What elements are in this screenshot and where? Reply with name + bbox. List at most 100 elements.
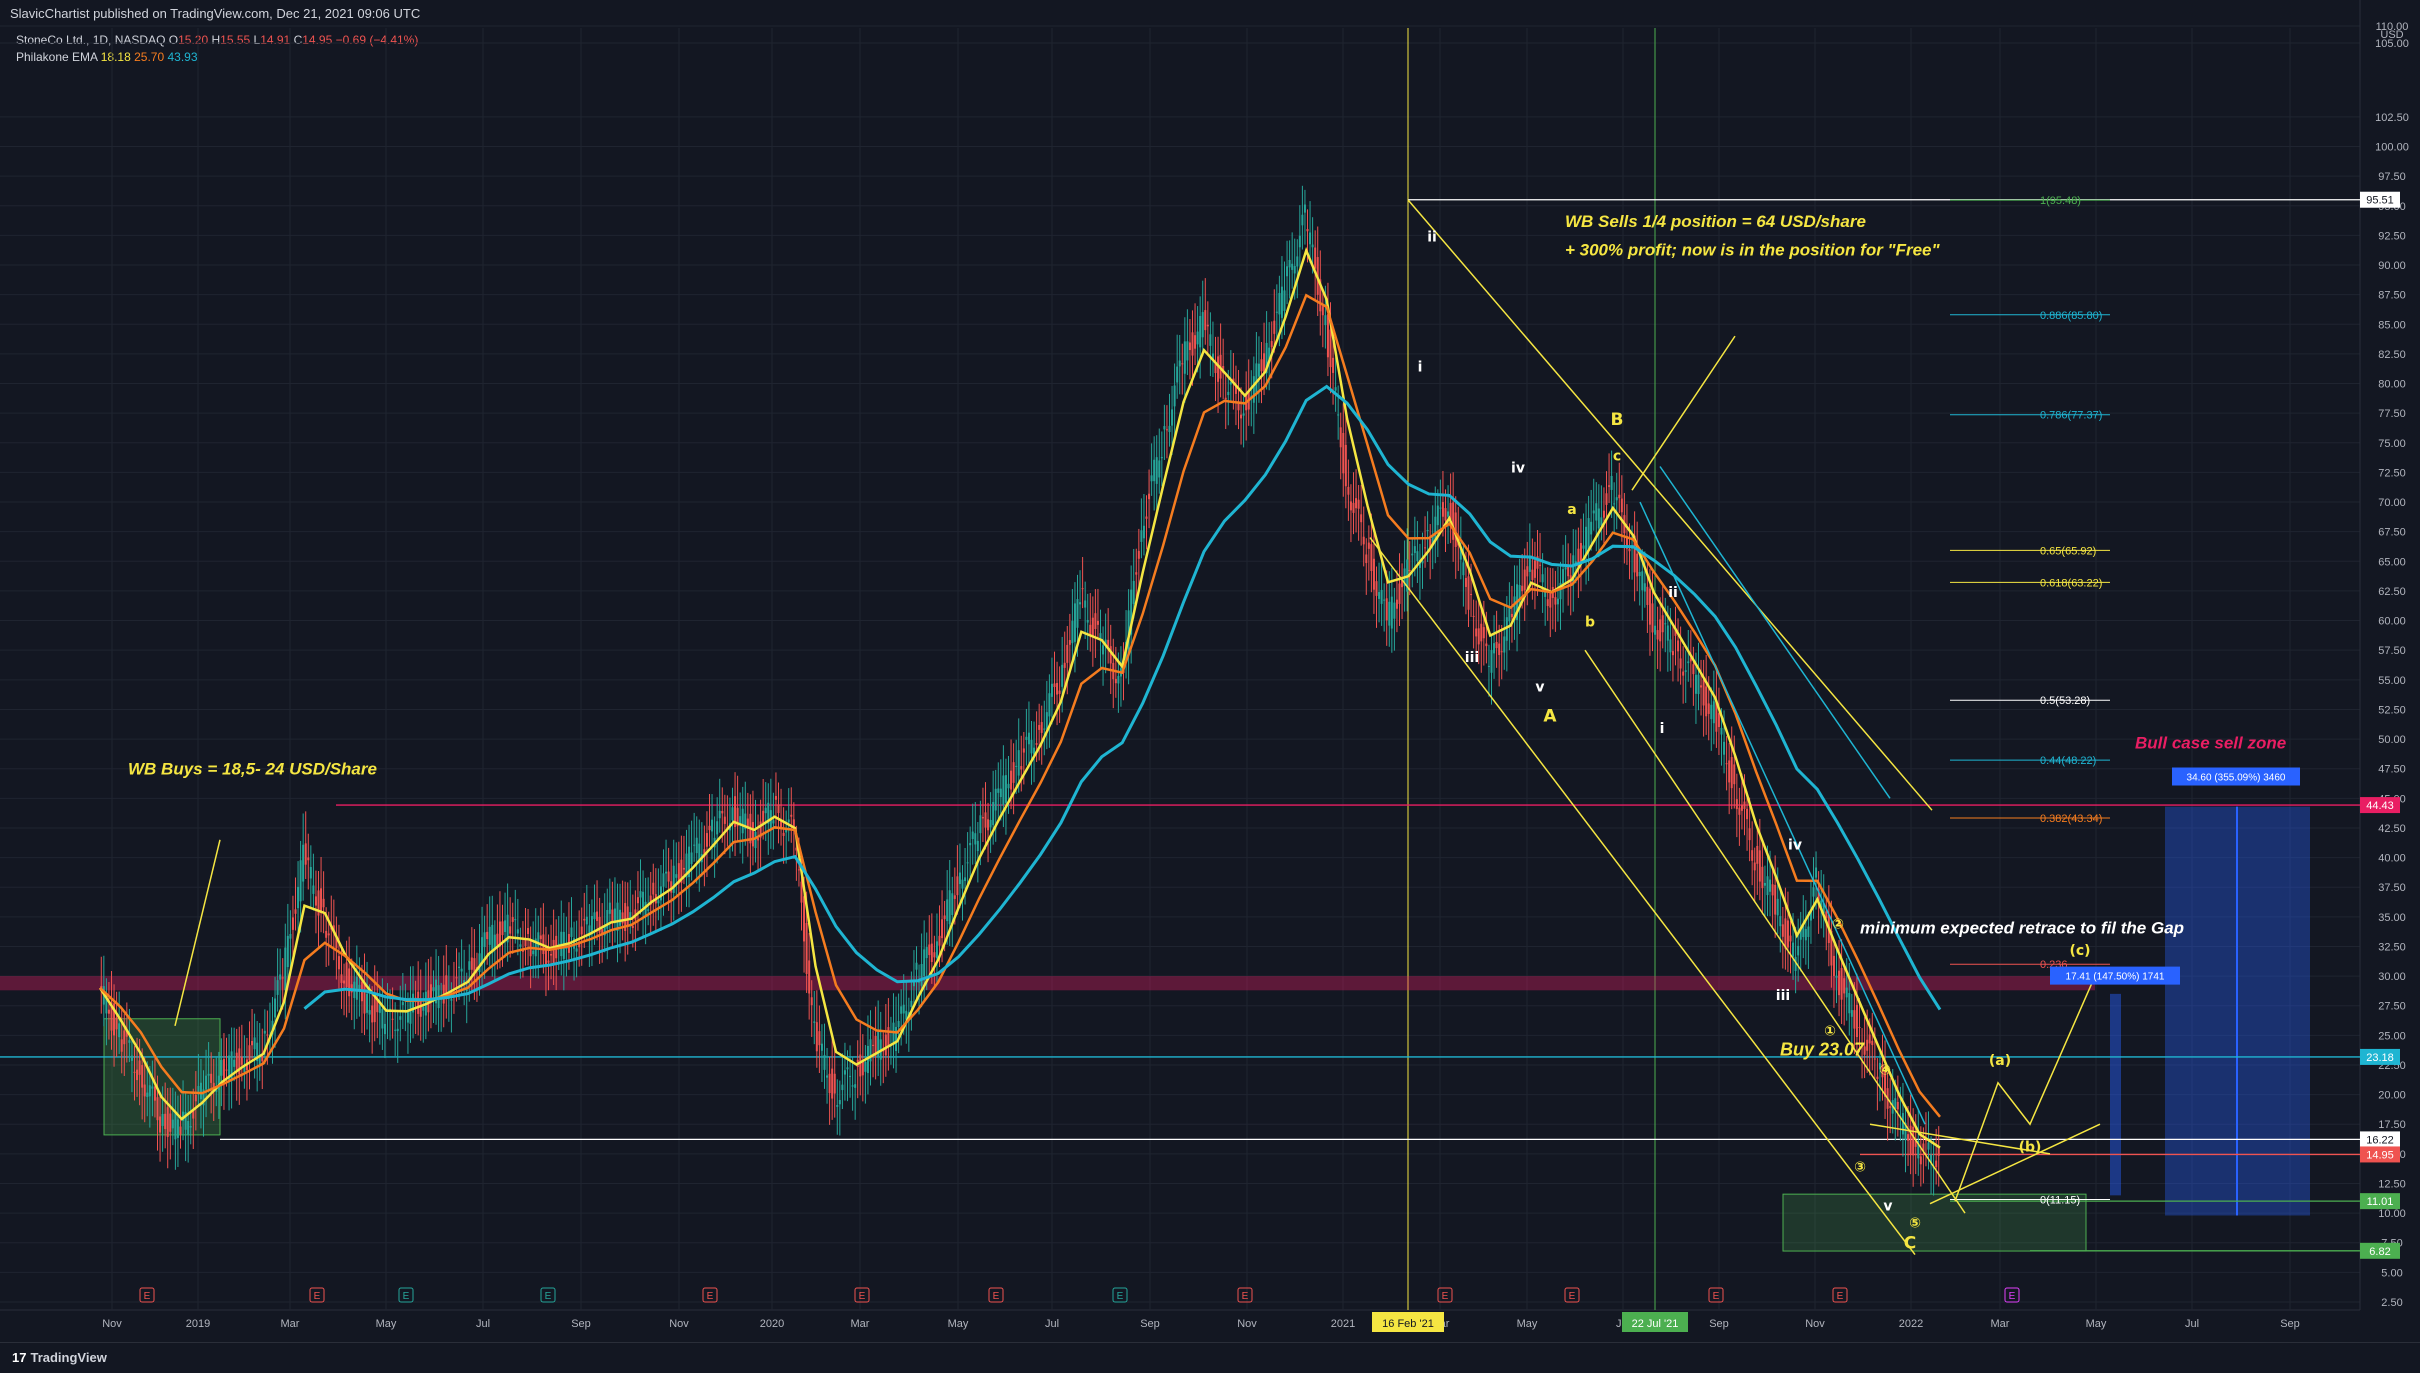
candle-body bbox=[233, 1059, 236, 1067]
candle-body bbox=[194, 1094, 197, 1102]
candle-body bbox=[1858, 1026, 1861, 1028]
tv-icon: 17 bbox=[12, 1350, 27, 1365]
candle-body bbox=[1894, 1098, 1897, 1109]
candle-body bbox=[1094, 613, 1097, 629]
candle-body bbox=[1035, 743, 1038, 745]
candle-body bbox=[1694, 674, 1697, 694]
candle-body bbox=[813, 1021, 816, 1023]
candle-body bbox=[1766, 876, 1769, 896]
candle-body bbox=[718, 810, 721, 819]
candle-body bbox=[611, 909, 614, 923]
candle-body bbox=[823, 1054, 826, 1070]
candle-body bbox=[248, 1045, 251, 1061]
candle-body bbox=[516, 929, 519, 934]
candle-body bbox=[1109, 646, 1112, 664]
candle-body bbox=[322, 898, 325, 908]
candle-body bbox=[1283, 290, 1286, 311]
candle-body bbox=[787, 819, 790, 823]
candle-body bbox=[1751, 850, 1754, 861]
candle-body bbox=[1697, 674, 1700, 695]
candle-body bbox=[1053, 683, 1056, 688]
candle-body bbox=[169, 1113, 172, 1132]
candle-body bbox=[1349, 501, 1352, 511]
candle-body bbox=[1855, 1004, 1858, 1038]
candle-body bbox=[1774, 884, 1777, 915]
candle-body bbox=[1756, 845, 1759, 864]
candle-body bbox=[762, 810, 765, 824]
candle-body bbox=[864, 1061, 867, 1072]
x-tick-label: Mar bbox=[851, 1318, 870, 1330]
wave-label: v bbox=[1883, 1199, 1892, 1215]
candle-body bbox=[1927, 1142, 1930, 1150]
candle-body bbox=[1160, 457, 1163, 459]
candle-body bbox=[1684, 670, 1687, 672]
wave-label: i bbox=[1660, 721, 1665, 737]
candle-body bbox=[1372, 558, 1375, 590]
candle-body bbox=[1692, 664, 1695, 675]
candle-body bbox=[401, 1002, 404, 1006]
candle-body bbox=[1117, 675, 1120, 684]
candle-body bbox=[1186, 341, 1189, 361]
candle-body bbox=[1329, 329, 1332, 368]
wave-label: c bbox=[1613, 449, 1621, 465]
candle-body bbox=[1848, 992, 1851, 1014]
candle-body bbox=[1102, 645, 1105, 655]
candle-body bbox=[1490, 650, 1493, 673]
wave-label: A bbox=[1543, 706, 1557, 726]
candle-body bbox=[148, 1085, 151, 1097]
price-chart[interactable]: 110.00105.00102.50100.0097.5095.0092.509… bbox=[0, 0, 2420, 1342]
candle-body bbox=[179, 1126, 182, 1135]
y-tick-label: 87.50 bbox=[2378, 290, 2406, 302]
candle-body bbox=[302, 844, 305, 882]
candle-body bbox=[1669, 639, 1672, 653]
tradingview-logo[interactable]: 17 TradingView bbox=[12, 1350, 107, 1365]
candle-body bbox=[1832, 955, 1835, 976]
candle-body bbox=[304, 843, 307, 865]
candle-body bbox=[1738, 807, 1741, 815]
candle-body bbox=[989, 819, 992, 828]
candle-body bbox=[1252, 376, 1255, 403]
candle-body bbox=[266, 1034, 269, 1036]
candle-body bbox=[197, 1086, 200, 1092]
level-badge-label: 23.18 bbox=[2366, 1052, 2394, 1064]
candle-body bbox=[741, 808, 744, 834]
fib-label: 0.786(77.37) bbox=[2040, 410, 2102, 422]
candle-body bbox=[343, 980, 346, 984]
candle-body bbox=[1395, 599, 1398, 609]
candle-body bbox=[948, 890, 951, 925]
candle-body bbox=[897, 1021, 900, 1028]
candle-body bbox=[1843, 978, 1846, 994]
candle-body bbox=[1638, 571, 1641, 576]
candle-body bbox=[1613, 503, 1616, 505]
candle-body bbox=[532, 950, 535, 955]
candle-body bbox=[1142, 525, 1145, 539]
earnings-marker-label: E bbox=[1242, 1291, 1249, 1302]
candle-body bbox=[1845, 987, 1848, 998]
candle-body bbox=[164, 1113, 167, 1130]
date-badge-jul-label: 22 Jul '21 bbox=[1632, 1318, 1679, 1330]
ema-fast-line bbox=[98, 246, 1941, 1149]
wave-label: C bbox=[1904, 1234, 1916, 1254]
y-tick-label: 50.00 bbox=[2378, 734, 2406, 746]
candle-body bbox=[1556, 598, 1559, 605]
candle-body bbox=[1061, 664, 1064, 687]
candle-body bbox=[1646, 586, 1649, 605]
y-tick-label: 42.50 bbox=[2378, 823, 2406, 835]
candle-body bbox=[785, 829, 788, 833]
candle-body bbox=[974, 833, 977, 845]
candle-body bbox=[1485, 643, 1488, 647]
candle-body bbox=[458, 966, 461, 968]
candle-body bbox=[1408, 570, 1411, 572]
candle-body bbox=[1334, 387, 1337, 391]
y-tick-label: 5.00 bbox=[2381, 1267, 2402, 1279]
candle-body bbox=[381, 1008, 384, 1029]
candle-body bbox=[938, 935, 941, 946]
candle-body bbox=[1048, 693, 1051, 717]
candle-body bbox=[1935, 1160, 1938, 1168]
candle-body bbox=[187, 1120, 190, 1135]
candle-body bbox=[253, 1037, 256, 1050]
candle-body bbox=[1590, 521, 1593, 535]
candle-body bbox=[1602, 510, 1605, 518]
candle-body bbox=[1413, 546, 1416, 553]
candle-body bbox=[958, 872, 961, 885]
